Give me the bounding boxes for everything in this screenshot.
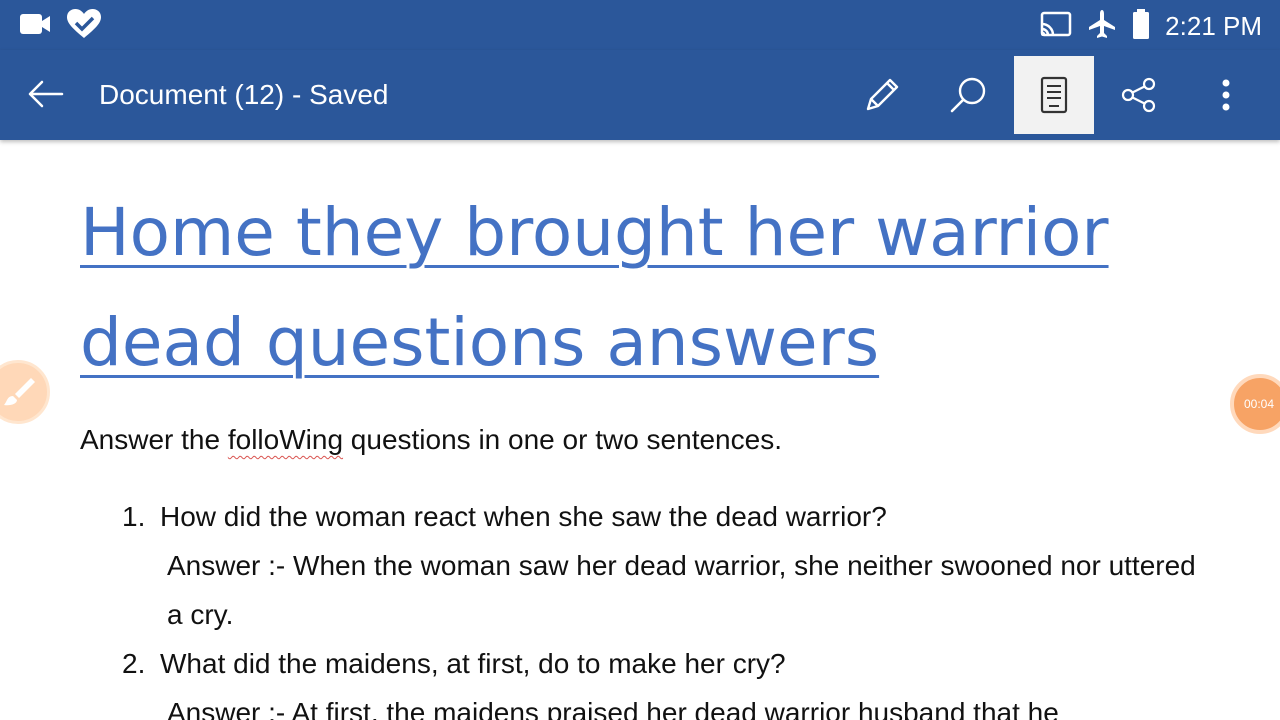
video-camera-icon xyxy=(18,11,52,41)
misspelled-word[interactable]: folloWing xyxy=(228,424,343,455)
list-item: 2. What did the maidens, at first, do to … xyxy=(122,639,1202,720)
more-options-icon xyxy=(1222,79,1230,111)
document-body[interactable]: Home they brought her warrior dead quest… xyxy=(0,140,1280,720)
question-number: 2. xyxy=(122,648,146,679)
share-icon xyxy=(1121,77,1156,113)
intro-text-before: Answer the xyxy=(80,424,228,455)
status-bar: 2:21 PM xyxy=(0,0,1280,50)
intro-paragraph: Answer the folloWing questions in one or… xyxy=(80,422,782,458)
recorder-timer-text: 00:04 xyxy=(1244,397,1275,411)
search-button[interactable] xyxy=(928,56,1008,134)
battery-icon xyxy=(1131,8,1151,44)
edit-button[interactable] xyxy=(842,56,922,134)
question-text: What did the maidens, at first, do to ma… xyxy=(160,648,786,679)
back-button[interactable] xyxy=(24,74,68,118)
reading-view-icon xyxy=(1040,76,1068,114)
answer-text: Answer :- At first, the maidens praised … xyxy=(167,697,1059,720)
airplane-mode-icon xyxy=(1087,9,1117,43)
share-button[interactable] xyxy=(1099,56,1179,134)
list-item: 1. How did the woman react when she saw t… xyxy=(122,492,1202,639)
arrow-left-icon xyxy=(28,80,64,108)
heart-check-icon xyxy=(66,8,102,44)
app-bar: Document (12) - Saved xyxy=(0,50,1280,140)
reading-view-button[interactable] xyxy=(1014,56,1094,134)
status-time: 2:21 PM xyxy=(1165,11,1262,41)
pencil-icon xyxy=(866,78,899,111)
more-options-button[interactable] xyxy=(1186,56,1266,134)
document-heading: Home they brought her warrior dead quest… xyxy=(80,194,1109,381)
search-icon xyxy=(950,77,986,113)
question-list: 1. How did the woman react when she saw t… xyxy=(122,492,1202,720)
question-text: How did the woman react when she saw the… xyxy=(160,501,887,532)
question-number: 1. xyxy=(122,501,146,532)
cast-icon xyxy=(1039,10,1073,42)
document-title: Document (12) - Saved xyxy=(99,79,389,110)
intro-text-after: questions in one or two sentences. xyxy=(343,424,782,455)
answer-text: Answer :- When the woman saw her dead wa… xyxy=(167,550,1196,630)
paint-brush-icon xyxy=(4,378,35,406)
